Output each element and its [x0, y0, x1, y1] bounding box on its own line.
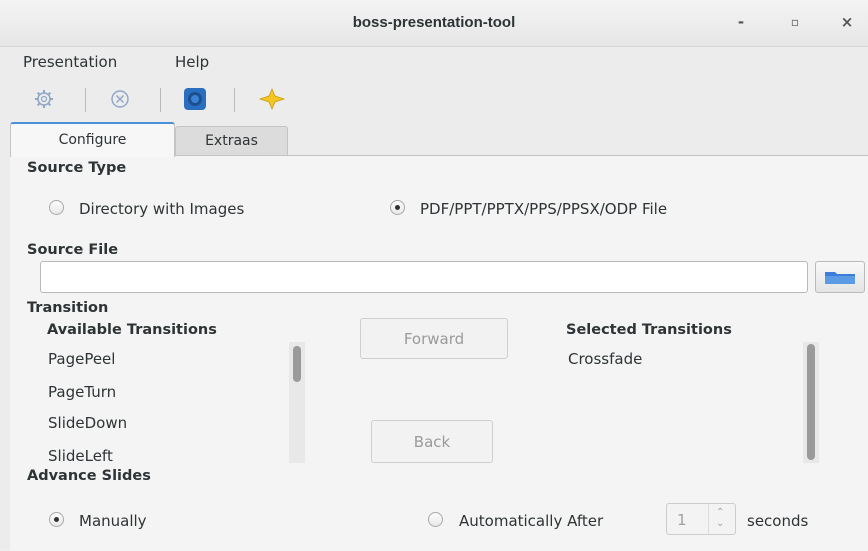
selected-scrollbar-thumb[interactable]: [807, 344, 815, 460]
cancel-button[interactable]: [105, 84, 135, 114]
maximize-button[interactable]: ▫: [785, 15, 805, 29]
folder-icon: [825, 272, 855, 284]
source-file-input[interactable]: [40, 261, 808, 293]
source-file-heading: Source File: [27, 242, 119, 258]
tab-extraas[interactable]: Extraas: [175, 126, 288, 156]
radio-automatically-label[interactable]: Automatically After: [459, 512, 603, 530]
favorite-button[interactable]: [257, 84, 287, 114]
advance-slides-heading: Advance Slides: [27, 468, 151, 484]
chevron-up-icon[interactable]: ⌃: [716, 507, 724, 518]
available-scrollbar[interactable]: [289, 342, 305, 463]
toolbar-separator: [160, 88, 161, 112]
close-button[interactable]: ×: [837, 13, 857, 31]
browse-file-button[interactable]: [815, 261, 865, 293]
selected-transitions-heading: Selected Transitions: [566, 322, 732, 338]
radio-manually[interactable]: [49, 512, 64, 527]
list-item[interactable]: PageTurn: [48, 383, 116, 401]
star-icon: [259, 88, 285, 110]
toolbar-separator: [85, 88, 86, 112]
available-transitions-heading: Available Transitions: [47, 322, 217, 338]
menu-bar: Presentation Help: [0, 46, 868, 78]
radio-automatically[interactable]: [428, 512, 443, 527]
app-window: boss-presentation-tool - ▫ × Presentatio…: [0, 0, 868, 551]
source-type-heading: Source Type: [27, 160, 127, 176]
settings-button[interactable]: [29, 84, 59, 114]
seconds-spinbox[interactable]: 1 ⌃ ⌄: [666, 503, 736, 535]
back-button[interactable]: Back: [371, 420, 493, 463]
gear-icon: [35, 90, 53, 108]
radio-directory-images-label[interactable]: Directory with Images: [79, 200, 244, 218]
minimize-button[interactable]: -: [731, 13, 751, 31]
title-bar: boss-presentation-tool - ▫ ×: [0, 0, 868, 47]
seconds-label: seconds: [747, 512, 809, 530]
list-item[interactable]: SlideLeft: [48, 447, 113, 465]
seconds-value[interactable]: 1: [677, 511, 687, 529]
help-icon: [184, 88, 206, 110]
radio-document-file-label[interactable]: PDF/PPT/PPTX/PPS/PPSX/ODP File: [420, 200, 667, 218]
menu-presentation[interactable]: Presentation: [23, 53, 117, 71]
cancel-circle-icon: [111, 90, 129, 108]
forward-button[interactable]: Forward: [360, 318, 508, 359]
radio-document-file[interactable]: [390, 200, 405, 215]
list-item[interactable]: Crossfade: [568, 350, 642, 368]
toolbar: [0, 78, 868, 120]
tab-configure[interactable]: Configure: [10, 122, 175, 157]
selected-scrollbar[interactable]: [803, 342, 819, 463]
tab-bar: Configure Extraas: [0, 122, 868, 157]
toolbar-separator: [234, 88, 235, 112]
list-item[interactable]: SlideDown: [48, 414, 127, 432]
transition-heading: Transition: [27, 300, 109, 316]
help-button[interactable]: [180, 84, 210, 114]
radio-manually-label[interactable]: Manually: [79, 512, 147, 530]
menu-help[interactable]: Help: [175, 53, 209, 71]
chevron-down-icon[interactable]: ⌄: [716, 518, 724, 529]
spin-arrows[interactable]: ⌃ ⌄: [708, 504, 735, 534]
available-scrollbar-thumb[interactable]: [293, 346, 301, 382]
radio-directory-images[interactable]: [49, 200, 64, 215]
list-item[interactable]: PagePeel: [48, 350, 115, 368]
